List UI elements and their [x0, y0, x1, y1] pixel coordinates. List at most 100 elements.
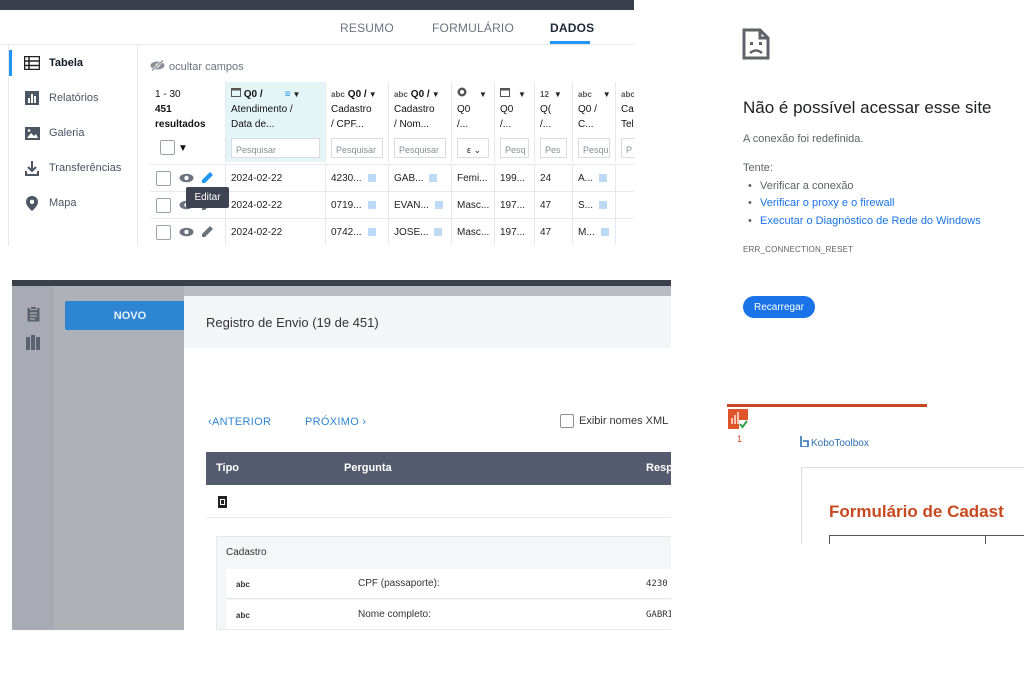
- column-header-atendimento[interactable]: Q0 / ≡ ▼ Atendimento / Data de... Pesquisa…: [226, 82, 326, 162]
- sidebar-item-relatorios[interactable]: Relatórios: [9, 85, 138, 111]
- app-rail: [12, 286, 54, 630]
- expand-icon[interactable]: [599, 201, 608, 210]
- column-title: Q0 /: [243, 89, 263, 100]
- cell-name: JOSE...: [389, 219, 452, 245]
- expand-icon[interactable]: [434, 228, 443, 237]
- xml-names-checkbox[interactable]: [560, 414, 574, 428]
- column-header-telefone[interactable]: abc Ca Tel P: [616, 82, 634, 162]
- group-cadastro: Cadastro abc CPF (passaporte): 4230 abc …: [216, 536, 671, 630]
- hide-fields-button[interactable]: ocultar campos: [150, 59, 244, 74]
- cell-cpf: 0742...: [326, 219, 389, 245]
- filter-select[interactable]: ε ⌄: [457, 138, 489, 158]
- sidebar-item-galeria[interactable]: Galeria: [9, 120, 138, 146]
- row-checkbox[interactable]: [156, 225, 171, 240]
- column-header-nascimento[interactable]: ▼ Q0 /... Pesq: [495, 82, 535, 162]
- table-row: 2024-02-22 0742... JOSE... Masc... 197..…: [150, 218, 634, 245]
- sort-icon[interactable]: ≡: [285, 89, 291, 100]
- cell-phone: [616, 192, 634, 218]
- column-title: Q0 /: [578, 104, 597, 115]
- expand-icon[interactable]: [367, 228, 376, 237]
- edit-icon[interactable]: [201, 225, 214, 241]
- expand-icon[interactable]: [367, 174, 376, 183]
- modal-header: Registro de Envio (19 de 451): [184, 296, 671, 348]
- previous-button[interactable]: ‹ANTERIOR: [208, 416, 271, 428]
- filter-input[interactable]: Pesquisar: [394, 138, 446, 158]
- library-icon[interactable]: [26, 335, 41, 355]
- new-project-button[interactable]: NOVO: [65, 301, 195, 330]
- suggestion-check-proxy-link[interactable]: Verificar o proxy e o firewall: [748, 197, 894, 209]
- column-header-idade[interactable]: 12 ▼ Q( /... Pes: [535, 82, 573, 162]
- sidebar-item-mapa[interactable]: Mapa: [9, 190, 138, 216]
- chevron-down-icon[interactable]: ▼: [518, 90, 526, 99]
- expand-icon[interactable]: [599, 174, 608, 183]
- table-row: abc CPF (passaporte): 4230: [226, 569, 671, 599]
- eye-icon[interactable]: [179, 173, 194, 186]
- chevron-down-icon[interactable]: ▼: [554, 90, 562, 99]
- column-header-sexo[interactable]: ▼ Q0 /... ε ⌄: [452, 82, 495, 162]
- cell-value: JOSE...: [394, 227, 429, 238]
- filter-input[interactable]: Pesqu: [578, 138, 610, 158]
- column-header-c[interactable]: abc ▼ Q0 / C... Pesqu: [573, 82, 616, 162]
- tab-dados[interactable]: DADOS: [550, 21, 594, 35]
- clipboard-icon[interactable]: [27, 306, 40, 327]
- column-title: Cadastro: [331, 104, 372, 115]
- column-title: / Nom...: [394, 119, 430, 130]
- chevron-down-icon[interactable]: ▼: [293, 90, 301, 99]
- chevron-down-icon[interactable]: ▼: [479, 90, 487, 99]
- chevron-down-icon[interactable]: ▼: [603, 90, 611, 99]
- answer-value: GABRI: [646, 610, 671, 620]
- filter-input[interactable]: Pesq: [500, 138, 529, 158]
- column-header-nome[interactable]: abc Q0 /▼ Cadastro / Nom... Pesquisar: [389, 82, 452, 162]
- eye-icon[interactable]: [179, 227, 194, 240]
- header-question: Pergunta: [344, 462, 392, 474]
- column-title: /...: [540, 119, 552, 130]
- cell-value: EVAN...: [394, 200, 429, 211]
- filter-input[interactable]: Pesquisar: [331, 138, 383, 158]
- table-row: [206, 485, 671, 518]
- expand-icon[interactable]: [367, 201, 376, 210]
- cell-c: S...: [573, 192, 616, 218]
- filter-input[interactable]: P: [621, 138, 634, 158]
- expand-icon[interactable]: [600, 228, 609, 237]
- sidebar-item-tabela[interactable]: Tabela: [9, 50, 138, 76]
- brand-name: KoboToolbox: [811, 437, 869, 449]
- show-xml-names-toggle[interactable]: Exibir nomes XML: [560, 414, 668, 428]
- modal-title: Registro de Envio (19 de 451): [206, 315, 379, 330]
- loading-bar: [727, 404, 927, 407]
- answer-value: 4230: [646, 579, 668, 589]
- cell-name: GAB...: [389, 165, 452, 191]
- document-icon: [218, 495, 227, 513]
- cell-c: M...: [573, 219, 616, 245]
- expand-icon[interactable]: [429, 174, 438, 183]
- sidebar-item-transferencias[interactable]: Transferências: [9, 155, 138, 181]
- row-checkbox[interactable]: [156, 198, 171, 213]
- tab-number: 1: [737, 434, 743, 444]
- top-bar: [0, 0, 634, 10]
- browser-error-page: Não é possível acessar esse site A conex…: [634, 0, 1024, 400]
- chevron-down-icon[interactable]: ▼: [178, 141, 188, 156]
- next-button[interactable]: PRÓXIMO ›: [305, 416, 366, 428]
- filter-input[interactable]: Pes: [540, 138, 567, 158]
- edit-icon[interactable]: [201, 171, 214, 187]
- filter-input[interactable]: Pesquisar: [231, 138, 320, 158]
- map-pin-icon: [23, 195, 41, 211]
- column-header-cpf[interactable]: abc Q0 /▼ Cadastro / CPF... Pesquisar: [326, 82, 389, 162]
- tab-formulario[interactable]: FORMULÁRIO: [432, 21, 514, 35]
- column-title: Q0 /: [410, 89, 430, 100]
- select-all-checkbox[interactable]: [160, 140, 175, 155]
- expand-icon[interactable]: [434, 201, 443, 210]
- suggestion-network-diagnostics-link[interactable]: Executar o Diagnóstico de Rede do Window…: [748, 215, 981, 227]
- cell-date: 2024-02-22: [226, 165, 326, 191]
- form-preview-panel: 1 KoboToolbox Formulário de Cadast: [727, 404, 1024, 544]
- calendar-icon: [500, 88, 510, 100]
- chevron-down-icon[interactable]: ▼: [369, 90, 377, 99]
- reload-button[interactable]: Recarregar: [743, 296, 815, 318]
- chevron-down-icon[interactable]: ▼: [432, 90, 440, 99]
- tab-resumo[interactable]: RESUMO: [340, 21, 394, 35]
- column-title: Q0: [457, 104, 471, 115]
- column-title: Q0: [500, 104, 514, 115]
- selection-header: 1 - 30 451 resultados ▼: [150, 82, 226, 162]
- row-checkbox[interactable]: [156, 171, 171, 186]
- form-page: Formulário de Cadast: [801, 467, 1024, 544]
- error-title: Não é possível acessar esse site: [743, 98, 992, 117]
